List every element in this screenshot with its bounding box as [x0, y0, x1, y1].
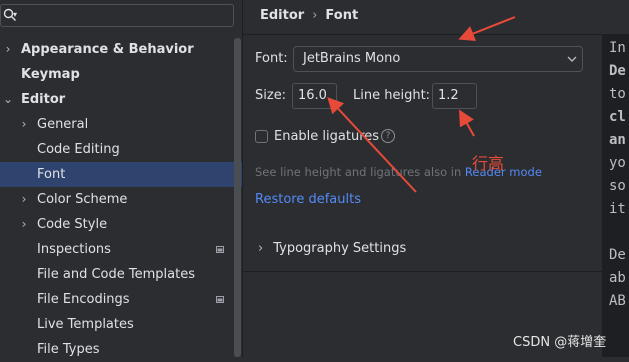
- enable-ligatures-label[interactable]: Enable ligatures: [274, 129, 379, 144]
- sidebar-item-file-encodings[interactable]: File Encodings: [0, 287, 242, 312]
- sidebar-item-label: File Types: [37, 342, 100, 357]
- sidebar-item-label: General: [37, 117, 89, 132]
- sidebar-item-label: Inspections: [37, 242, 111, 257]
- chevron-down-icon: [567, 56, 577, 62]
- annotation-line-height-note: 行高: [472, 154, 505, 173]
- sidebar-item-inspections[interactable]: Inspections: [0, 237, 242, 262]
- help-icon[interactable]: ?: [381, 129, 395, 143]
- sidebar-item-label: File Encodings: [37, 292, 130, 307]
- line-height-label: Line height:: [353, 88, 431, 103]
- hint-prefix: See line height and ligatures also in: [255, 165, 465, 179]
- font-label: Font:: [255, 51, 288, 66]
- preview-line: so: [609, 178, 626, 194]
- sidebar-item-code-style[interactable]: › Code Style: [0, 212, 242, 237]
- breadcrumb: Editor › Font: [260, 4, 358, 28]
- breadcrumb-parent[interactable]: Editor: [260, 8, 304, 23]
- settings-search-input[interactable]: ▾: [0, 4, 234, 27]
- chevron-right-icon[interactable]: ›: [18, 187, 30, 212]
- sidebar-scrollbar[interactable]: [234, 38, 241, 357]
- sidebar-item-label: Code Editing: [37, 142, 120, 157]
- panel-divider[interactable]: [242, 0, 243, 357]
- preview-line: to: [609, 86, 626, 102]
- chevron-right-icon[interactable]: ›: [18, 112, 30, 137]
- font-size-input[interactable]: 16.0: [292, 83, 337, 109]
- font-family-dropdown[interactable]: JetBrains Mono: [293, 46, 583, 72]
- preview-line: ab: [609, 270, 626, 286]
- sidebar-item-label: Color Scheme: [37, 192, 128, 207]
- restore-defaults-link[interactable]: Restore defaults: [255, 192, 361, 207]
- preview-line: De: [609, 63, 626, 79]
- settings-sidebar: ▾ › Appearance & Behavior Keymap ⌄ Editor › Ge…: [0, 0, 242, 357]
- sidebar-item-label: Live Templates: [37, 317, 134, 332]
- chevron-right-icon[interactable]: ›: [18, 212, 30, 237]
- typography-settings-toggle[interactable]: › Typography Settings: [258, 241, 406, 256]
- chevron-down-icon[interactable]: ⌄: [2, 87, 14, 112]
- line-height-input[interactable]: 1.2: [432, 83, 477, 109]
- chevron-right-icon: ›: [258, 241, 264, 256]
- preview-line: De: [609, 247, 626, 263]
- preview-line: yo: [609, 155, 626, 171]
- preview-line: cl: [609, 109, 626, 125]
- sidebar-item-color-scheme[interactable]: › Color Scheme: [0, 187, 242, 212]
- section-divider: [243, 271, 602, 272]
- breadcrumb-separator: ›: [312, 8, 318, 23]
- sidebar-item-label: Appearance & Behavior: [21, 42, 194, 57]
- sidebar-item-font[interactable]: Font: [0, 162, 242, 187]
- preview-line: it: [609, 201, 626, 217]
- preview-line: an: [609, 132, 626, 148]
- sidebar-item-live-templates[interactable]: Live Templates: [0, 312, 242, 337]
- arrow-to-line-height-input: [459, 109, 475, 137]
- sidebar-item-label: Code Style: [37, 217, 108, 232]
- line-height-value: 1.2: [438, 88, 459, 103]
- preview-line: In: [609, 40, 626, 56]
- sidebar-item-file-and-code-templates[interactable]: File and Code Templates: [0, 262, 242, 287]
- sidebar-item-label: Font: [37, 167, 66, 182]
- breadcrumb-current: Font: [325, 8, 359, 23]
- sidebar-item-general[interactable]: › General: [0, 112, 242, 137]
- project-level-icon: [216, 246, 224, 253]
- sidebar-item-label: File and Code Templates: [37, 267, 195, 282]
- enable-ligatures-checkbox[interactable]: [255, 130, 268, 143]
- sidebar-item-appearance-behavior[interactable]: › Appearance & Behavior: [0, 37, 242, 62]
- search-options-chevron-icon[interactable]: ▾: [13, 10, 17, 19]
- font-preview-pane[interactable]: In De to cl an yo so it De ab AB: [602, 34, 629, 357]
- watermark: CSDN @蒋增奎: [513, 335, 607, 350]
- chevron-right-icon[interactable]: ›: [2, 37, 14, 62]
- font-family-value: JetBrains Mono: [303, 51, 401, 66]
- sidebar-item-editor[interactable]: ⌄ Editor: [0, 87, 242, 112]
- project-level-icon: [216, 296, 224, 303]
- sidebar-item-keymap[interactable]: Keymap: [0, 62, 242, 87]
- sidebar-item-label: Editor: [21, 92, 66, 107]
- preview-line: AB: [609, 293, 626, 309]
- typography-settings-label: Typography Settings: [273, 241, 407, 256]
- font-size-value: 16.0: [298, 88, 327, 103]
- size-label: Size:: [255, 88, 287, 103]
- header-divider: [243, 34, 602, 35]
- sidebar-item-code-editing[interactable]: Code Editing: [0, 137, 242, 162]
- sidebar-item-label: Keymap: [21, 67, 80, 82]
- sidebar-item-file-types[interactable]: File Types: [0, 337, 242, 362]
